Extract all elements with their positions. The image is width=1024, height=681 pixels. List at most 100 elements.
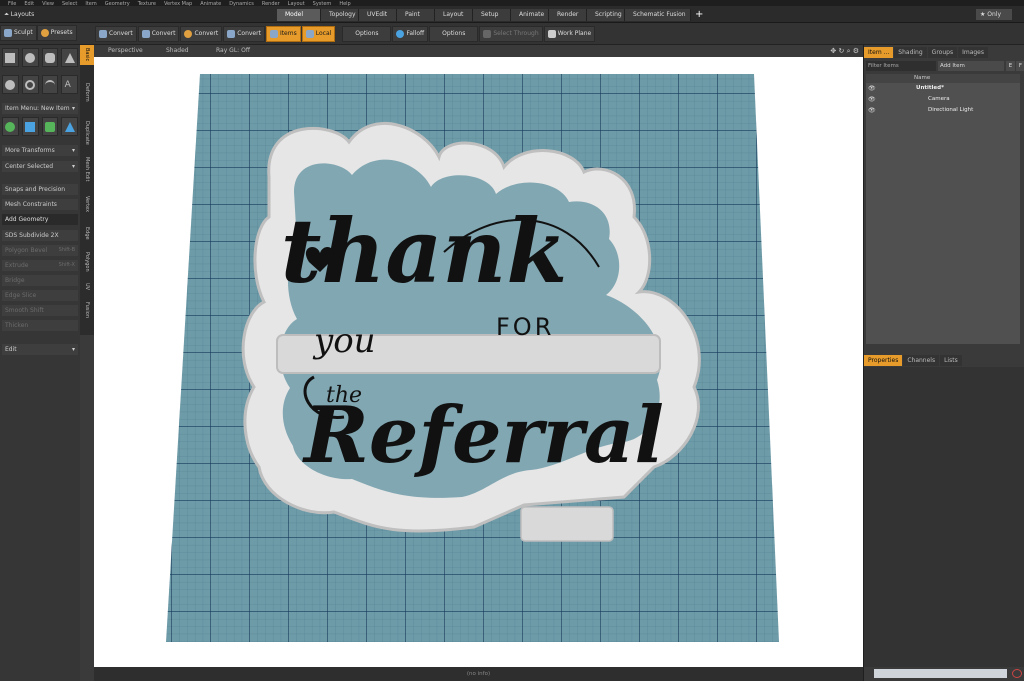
work-plane-button[interactable]: Work Plane: [543, 26, 596, 42]
cone-primitive-button[interactable]: [61, 48, 78, 67]
add-tab-icon[interactable]: +: [691, 9, 707, 21]
convert-button-1[interactable]: Convert: [95, 26, 137, 42]
tab-paint[interactable]: Paint: [397, 9, 435, 21]
transform-icon: [64, 121, 75, 132]
tab-setup[interactable]: Setup: [473, 9, 511, 21]
tab-channels[interactable]: Channels: [903, 355, 940, 366]
sds-subdivide-label: SDS Subdivide 2X: [5, 232, 59, 239]
tab-model[interactable]: Model: [277, 9, 321, 21]
tab-uvedit[interactable]: UVEdit: [359, 9, 397, 21]
tree-row[interactable]: 👁 Untitled*: [866, 83, 1020, 94]
move-icon: [5, 121, 16, 132]
sculpt-button[interactable]: Sculpt: [0, 25, 37, 41]
edge-slice-label: Edge Slice: [5, 292, 37, 299]
bridge-button[interactable]: Bridge: [2, 275, 78, 286]
transform-tool-button[interactable]: [61, 117, 78, 136]
curve-primitive-button[interactable]: [41, 75, 59, 94]
work-plane-icon: [547, 30, 556, 38]
sphere-primitive-button[interactable]: [21, 48, 39, 67]
view-perspective-menu[interactable]: Perspective: [108, 45, 143, 57]
convert-button-2[interactable]: Convert: [137, 26, 180, 42]
tab-layout[interactable]: Layout: [435, 9, 473, 21]
record-icon[interactable]: [1012, 669, 1022, 678]
tree-row[interactable]: 👁 Directional Light: [866, 105, 1020, 116]
visibility-eye-icon[interactable]: 👁: [868, 94, 876, 105]
falloff-button[interactable]: Falloff: [392, 26, 429, 42]
layouts-button[interactable]: ⏶ Layouts: [4, 9, 34, 20]
add-geometry-header[interactable]: Add Geometry: [2, 214, 78, 225]
category-tab-basic[interactable]: Basic: [80, 45, 94, 65]
mesh-constraints-button[interactable]: Mesh Constraints: [2, 199, 78, 210]
falloff-label: Falloff: [406, 30, 425, 37]
item-menu-dropdown[interactable]: Item Menu: New Item: [2, 103, 78, 114]
tab-topology[interactable]: Topology: [321, 9, 359, 21]
tab-properties[interactable]: Properties: [864, 355, 903, 366]
cube-primitive-button[interactable]: [2, 48, 19, 67]
tab-scripting[interactable]: Scripting: [587, 9, 625, 21]
cylinder-primitive-button[interactable]: [41, 48, 59, 67]
capsule-primitive-button[interactable]: [2, 75, 19, 94]
torus-primitive-button[interactable]: [21, 75, 39, 94]
polygon-bevel-button[interactable]: Polygon Bevel Shift-B: [2, 245, 78, 256]
select-through-button[interactable]: Select Through: [479, 26, 543, 42]
item-tab-3[interactable]: Images: [958, 47, 988, 58]
local-button[interactable]: Local: [301, 26, 336, 42]
options-button-2[interactable]: Options: [429, 26, 479, 42]
extrude-button[interactable]: Extrude Shift-X: [2, 260, 78, 271]
scale-icon: [44, 121, 55, 132]
category-tab-vertex[interactable]: Vertex: [80, 191, 94, 217]
tab-schematic-fusion[interactable]: Schematic Fusion: [625, 9, 691, 21]
tree-row[interactable]: 👁 Camera: [866, 94, 1020, 105]
snaps-precision-button[interactable]: Snaps and Precision: [2, 184, 78, 195]
convert-button-4[interactable]: Convert: [223, 26, 265, 42]
layout-tabs: Model Topology UVEdit Paint Layout Setup Anima…: [277, 9, 707, 21]
item-tab-2[interactable]: Groups: [927, 47, 958, 58]
items-button[interactable]: Items: [265, 26, 301, 42]
presets-button[interactable]: Presets: [36, 25, 77, 41]
category-tab-deform[interactable]: Deform: [80, 68, 94, 116]
viewport-nav-controls[interactable]: ✥ ↻ ⌕ ⚙: [830, 45, 859, 57]
visibility-eye-icon[interactable]: 👁: [868, 83, 876, 94]
thicken-label: Thicken: [5, 322, 29, 329]
scene-canvas[interactable]: thank you FOR the Referral: [94, 57, 863, 667]
item-tab-1[interactable]: Shading: [894, 47, 927, 58]
tab-render[interactable]: Render: [549, 9, 587, 21]
category-tab-uv[interactable]: UV: [80, 278, 94, 296]
options-button-1[interactable]: Options: [342, 26, 392, 42]
smooth-shift-button[interactable]: Smooth Shift: [2, 305, 78, 316]
category-tab-duplicate[interactable]: Duplicate: [80, 119, 94, 147]
category-tab-polygon[interactable]: Polygon: [80, 249, 94, 275]
e-button[interactable]: E: [1006, 61, 1015, 71]
tab-lists[interactable]: Lists: [940, 355, 962, 366]
add-item-dropdown[interactable]: Add Item: [938, 61, 1004, 71]
edit-dropdown[interactable]: Edit: [2, 344, 78, 355]
text-primitive-button[interactable]: A: [61, 75, 78, 94]
visibility-eye-icon[interactable]: 👁: [868, 105, 876, 116]
view-raygl-menu[interactable]: Ray GL: Off: [216, 45, 250, 57]
category-tab-fusion[interactable]: Fusion: [80, 299, 94, 321]
tree-item-label: Directional Light: [928, 107, 974, 113]
item-tab-0[interactable]: Item ...: [864, 47, 894, 58]
filter-items-input[interactable]: Filter Items: [866, 61, 936, 71]
rotate-icon: [25, 121, 36, 132]
rotate-tool-button[interactable]: [21, 117, 39, 136]
edge-slice-button[interactable]: Edge Slice: [2, 290, 78, 301]
status-text: (no info): [466, 671, 491, 677]
3d-viewport[interactable]: Perspective Shaded Ray GL: Off ✥ ↻ ⌕ ⚙ t…: [94, 45, 863, 667]
convert-button-3[interactable]: Convert: [180, 26, 223, 42]
tree-item-label: Untitled*: [916, 85, 944, 91]
tab-animate[interactable]: Animate: [511, 9, 549, 21]
category-tab-edge[interactable]: Edge: [80, 220, 94, 246]
move-tool-button[interactable]: [2, 117, 19, 136]
more-transforms-dropdown[interactable]: More Transforms: [2, 145, 78, 156]
command-input[interactable]: [874, 669, 1007, 678]
category-tab-mesh-edit[interactable]: Mesh Edit: [80, 150, 94, 188]
center-selected-dropdown[interactable]: Center Selected: [2, 161, 78, 172]
view-shaded-menu[interactable]: Shaded: [166, 45, 189, 57]
only-button[interactable]: ★ Only: [976, 9, 1012, 20]
thicken-button[interactable]: Thicken: [2, 320, 78, 331]
scale-tool-button[interactable]: [41, 117, 59, 136]
sds-subdivide-button[interactable]: SDS Subdivide 2X: [2, 230, 78, 241]
f-button[interactable]: F: [1016, 61, 1024, 71]
tree-header: Name: [866, 74, 1020, 83]
